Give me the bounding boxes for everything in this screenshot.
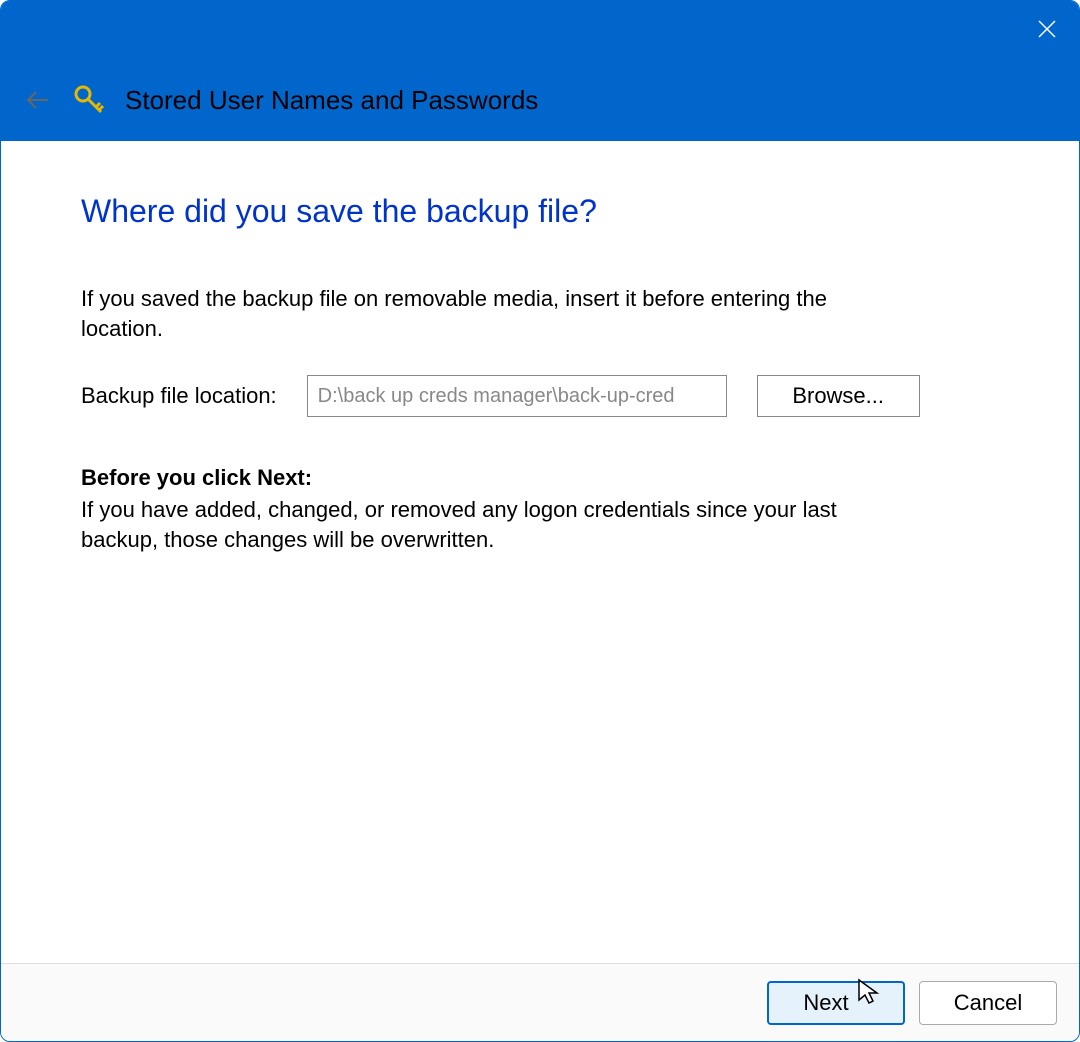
- warning-text: If you have added, changed, or removed a…: [81, 495, 901, 554]
- back-button[interactable]: [23, 85, 53, 115]
- content-area: Where did you save the backup file? If y…: [1, 141, 1079, 963]
- close-icon: [1037, 19, 1057, 39]
- next-button[interactable]: Next: [767, 981, 905, 1025]
- header-title: Stored User Names and Passwords: [125, 85, 538, 116]
- back-arrow-icon: [25, 87, 51, 113]
- cancel-button[interactable]: Cancel: [919, 981, 1057, 1025]
- instruction-text: If you saved the backup file on removabl…: [81, 284, 901, 343]
- browse-button[interactable]: Browse...: [757, 375, 920, 417]
- backup-location-input[interactable]: [307, 375, 727, 417]
- titlebar: [1, 1, 1079, 59]
- close-button[interactable]: [1023, 5, 1071, 53]
- key-icon: [73, 84, 105, 116]
- location-row: Backup file location: Browse...: [81, 375, 999, 417]
- dialog-window: Stored User Names and Passwords Where di…: [0, 0, 1080, 1042]
- warning-heading: Before you click Next:: [81, 465, 999, 491]
- page-heading: Where did you save the backup file?: [81, 193, 999, 230]
- footer: Next Cancel: [1, 963, 1079, 1041]
- location-label: Backup file location:: [81, 383, 277, 409]
- header-row: Stored User Names and Passwords: [1, 59, 1079, 141]
